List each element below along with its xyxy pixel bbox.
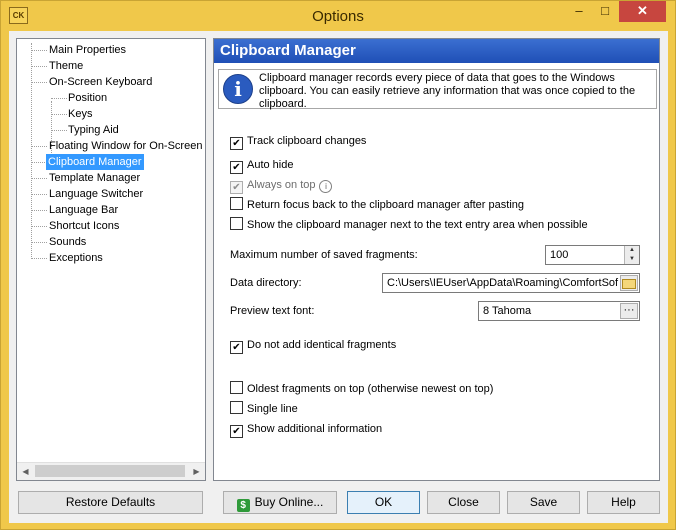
tree-item-language-bar[interactable]: Language Bar [47,202,120,218]
show-additional-checkbox[interactable]: ✔ Show additional information [230,421,383,438]
tree-item-exceptions[interactable]: Exceptions [47,250,105,266]
checkbox-box: ✔ [230,181,243,194]
tree-item-clipboard-manager[interactable]: Clipboard Manager [46,154,144,170]
checkbox-label: Track clipboard changes [247,135,367,147]
checkbox-box [230,197,243,210]
checkbox-box: ✔ [230,137,243,150]
tree-line [51,130,67,131]
tree-item-keys[interactable]: Keys [66,106,94,122]
panel-title: Clipboard Manager [214,39,659,63]
options-window: CK Options – □ ✕ Main Properties Theme O… [0,0,676,530]
no-identical-checkbox[interactable]: ✔ Do not add identical fragments [230,337,397,354]
dialog-body: Main Properties Theme On-Screen Keyboard… [9,31,668,523]
data-directory-value[interactable]: C:\Users\IEUser\AppData\Roaming\ComfortS… [387,276,618,290]
checkbox-box: ✔ [230,161,243,174]
tree-line [31,162,47,163]
folder-icon [622,279,636,289]
info-circle-icon[interactable]: i [319,180,333,193]
tree-item-typing-aid[interactable]: Typing Aid [66,122,121,138]
close-window-button[interactable]: ✕ [619,1,666,22]
checkbox-label: Return focus back to the clipboard manag… [247,199,524,211]
data-directory-field[interactable]: C:\Users\IEUser\AppData\Roaming\ComfortS… [382,273,640,293]
scroll-left-icon[interactable]: ◀ [17,463,34,480]
tree-line [51,114,67,115]
spin-down-icon[interactable]: ▼ [624,255,639,264]
return-focus-checkbox[interactable]: Return focus back to the clipboard manag… [230,197,524,213]
checkbox-label: Show the clipboard manager next to the t… [247,219,588,231]
tree-item-main-properties[interactable]: Main Properties [47,42,128,58]
checkbox-box [230,401,243,414]
dollar-icon: $ [236,499,250,512]
tree-item-theme[interactable]: Theme [47,58,85,74]
max-fragments-spinner[interactable]: 100 ▲ ▼ [545,245,640,265]
tree-item-template-manager[interactable]: Template Manager [47,170,142,186]
restore-defaults-button[interactable]: Restore Defaults [18,491,203,514]
tree-line [31,242,47,243]
maximize-button[interactable]: □ [592,1,618,22]
max-fragments-value[interactable]: 100 [550,248,568,262]
help-button[interactable]: Help [587,491,660,514]
checkbox-box [230,217,243,230]
buy-online-label: Buy Online... [254,495,324,509]
settings-panel: Clipboard Manager i Clipboard manager re… [213,38,660,481]
checkbox-box: ✔ [230,425,243,438]
data-directory-label: Data directory: [230,277,302,289]
minimize-button[interactable]: – [566,1,592,22]
tree-item-floating-window[interactable]: Floating Window for On-Screen Ke [47,138,205,154]
max-fragments-label: Maximum number of saved fragments: [230,249,418,261]
single-line-checkbox[interactable]: Single line [230,401,298,417]
oldest-on-top-checkbox[interactable]: Oldest fragments on top (otherwise newes… [230,381,493,397]
tree-item-sounds[interactable]: Sounds [47,234,88,250]
preview-font-field[interactable]: 8 Tahoma ··· [478,301,640,321]
spin-up-icon[interactable]: ▲ [624,246,639,255]
preview-font-label: Preview text font: [230,305,315,317]
info-icon: i [223,74,253,104]
ok-button[interactable]: OK [347,491,420,514]
tree-line [51,98,67,99]
tree-line [31,194,47,195]
close-button[interactable]: Close [427,491,500,514]
checkbox-box [230,381,243,394]
tree-line [31,226,47,227]
checkbox-label: Single line [247,403,298,415]
tree-line [31,50,47,51]
tree-line [31,178,47,179]
scrollbar-thumb[interactable] [35,465,185,477]
checkbox-label: Auto hide [247,159,294,171]
title-bar[interactable]: CK Options – □ ✕ [1,1,675,31]
buy-online-button[interactable]: $ Buy Online... [223,491,337,514]
tree-item-on-screen-keyboard[interactable]: On-Screen Keyboard [47,74,154,90]
options-tree[interactable]: Main Properties Theme On-Screen Keyboard… [16,38,206,481]
save-button[interactable]: Save [507,491,580,514]
tree-line [31,210,47,211]
auto-hide-checkbox[interactable]: ✔ Auto hide [230,157,294,174]
track-changes-checkbox[interactable]: ✔ Track clipboard changes [230,133,367,150]
scroll-right-icon[interactable]: ▶ [188,463,205,480]
browse-folder-button[interactable] [620,275,638,291]
tree-line [31,82,47,83]
always-on-top-checkbox[interactable]: ✔ Always on top i [230,177,333,194]
tree-item-shortcut-icons[interactable]: Shortcut Icons [47,218,121,234]
tree-line [31,146,47,147]
tree-item-position[interactable]: Position [66,90,109,106]
checkbox-label: Show additional information [247,423,383,435]
checkbox-label: Do not add identical fragments [247,339,397,351]
choose-font-button[interactable]: ··· [620,303,638,319]
checkbox-label: Oldest fragments on top (otherwise newes… [247,383,494,395]
checkbox-label: Always on top [247,179,316,191]
info-box: i Clipboard manager records every piece … [218,69,657,110]
checkbox-box: ✔ [230,341,243,354]
info-text: Clipboard manager records every piece of… [259,72,636,110]
tree-item-language-switcher[interactable]: Language Switcher [47,186,145,202]
tree-horizontal-scrollbar[interactable]: ◀ ▶ [17,462,205,480]
preview-font-value[interactable]: 8 Tahoma [483,304,531,318]
tree-line [31,66,47,67]
tree-line [31,258,47,259]
show-next-to-entry-checkbox[interactable]: Show the clipboard manager next to the t… [230,217,588,233]
